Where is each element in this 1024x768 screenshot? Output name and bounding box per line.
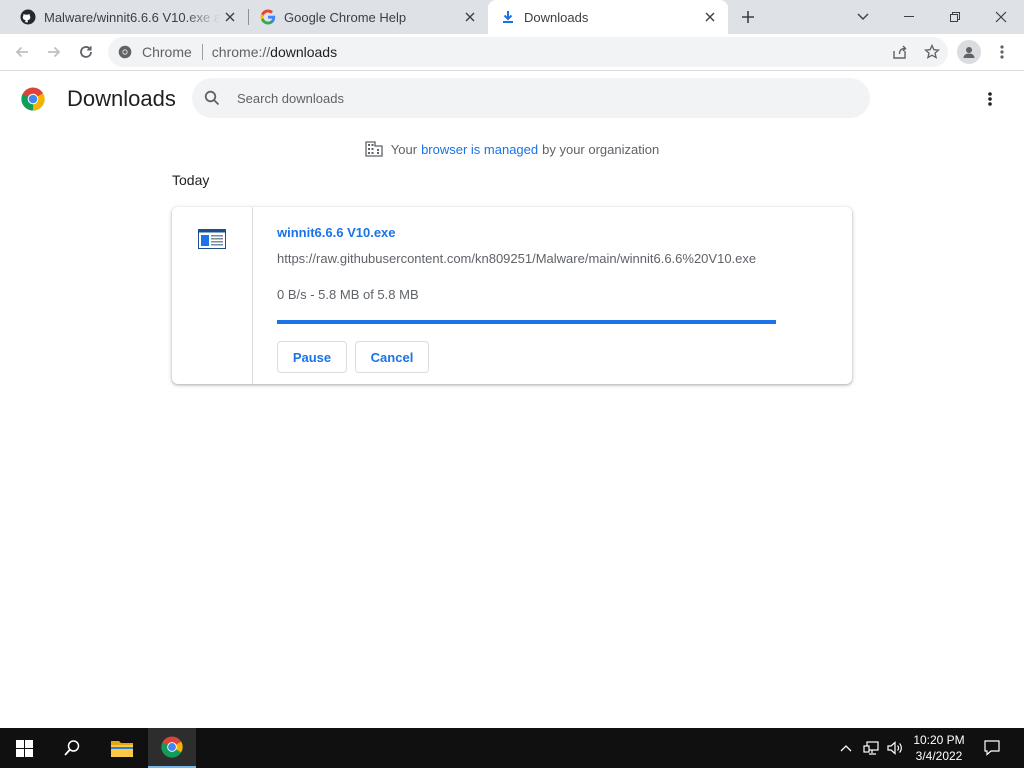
browser-toolbar: Chrome chrome://downloads — [0, 34, 1024, 71]
file-icon-column — [172, 207, 253, 384]
tab-chrome-help[interactable]: Google Chrome Help — [248, 0, 488, 34]
managed-suffix: by your organization — [542, 141, 660, 157]
volume-icon[interactable] — [884, 728, 906, 768]
profile-avatar[interactable] — [957, 40, 981, 64]
url-scheme: chrome:// — [211, 44, 271, 60]
start-button[interactable] — [0, 728, 48, 768]
tab-title: Downloads — [524, 9, 589, 25]
more-actions-button[interactable] — [978, 87, 1002, 111]
download-progress-fill — [277, 320, 776, 324]
windows-taskbar: 10:20 PM 3/4/2022 — [0, 728, 1024, 768]
tab-search-button[interactable] — [840, 0, 886, 34]
section-date-label: Today — [172, 172, 210, 188]
address-bar[interactable]: Chrome chrome://downloads — [108, 37, 948, 67]
search-downloads-input[interactable] — [237, 90, 837, 106]
tab-github[interactable]: Malware/winnit6.6.6 V10.exe at main — [8, 0, 248, 34]
minimize-button[interactable] — [886, 0, 932, 34]
taskbar-clock[interactable]: 10:20 PM 3/4/2022 — [904, 732, 974, 764]
omnibox-actions — [884, 37, 948, 67]
download-source-url[interactable]: https://raw.githubusercontent.com/kn8092… — [277, 251, 756, 266]
close-window-button[interactable] — [978, 0, 1024, 34]
close-icon[interactable] — [700, 7, 720, 27]
chrome-site-icon — [118, 44, 134, 60]
exe-file-icon — [198, 229, 226, 249]
search-downloads-bar[interactable] — [192, 78, 870, 118]
clock-time: 10:20 PM — [913, 733, 965, 747]
clock-date: 3/4/2022 — [915, 749, 963, 763]
reload-button[interactable] — [72, 38, 100, 66]
download-status: 0 B/s - 5.8 MB of 5.8 MB — [277, 287, 419, 302]
bookmark-star-icon[interactable] — [916, 37, 948, 67]
url-host: downloads — [270, 44, 338, 60]
back-button[interactable] — [8, 38, 36, 66]
pause-button[interactable]: Pause — [277, 341, 347, 373]
omnibox-chip: Chrome — [142, 44, 192, 60]
github-icon — [20, 9, 36, 25]
close-icon[interactable] — [220, 7, 240, 27]
restore-button[interactable] — [932, 0, 978, 34]
managed-prefix: Your — [390, 141, 418, 157]
network-icon[interactable] — [860, 728, 882, 768]
share-icon[interactable] — [884, 37, 916, 67]
download-progress-bar — [277, 320, 776, 324]
chrome-logo-icon — [21, 87, 45, 111]
managed-link[interactable]: browser is managed — [421, 142, 538, 157]
managed-notice: Your browser is managed by your organiza… — [0, 138, 1024, 160]
tab-title: Google Chrome Help — [284, 9, 407, 25]
cancel-button[interactable]: Cancel — [355, 341, 429, 373]
file-explorer-icon[interactable] — [98, 728, 146, 768]
tab-title: Malware/winnit6.6.6 V10.exe at main — [44, 9, 220, 25]
tab-strip: Malware/winnit6.6.6 V10.exe at main Goog… — [0, 0, 1024, 34]
building-icon — [365, 140, 383, 158]
new-tab-button[interactable] — [736, 5, 760, 29]
show-hidden-icons-chevron-icon[interactable] — [836, 728, 856, 768]
chrome-menu-button[interactable] — [988, 38, 1016, 66]
forward-button[interactable] — [40, 38, 68, 66]
notifications-icon[interactable] — [980, 728, 1004, 768]
download-icon — [500, 9, 516, 25]
download-file-name[interactable]: winnit6.6.6 V10.exe — [277, 225, 396, 240]
download-card: winnit6.6.6 V10.exe https://raw.githubus… — [172, 207, 852, 384]
tab-downloads[interactable]: Downloads — [488, 0, 728, 34]
google-icon — [260, 9, 276, 25]
page-title: Downloads — [67, 86, 176, 111]
close-icon[interactable] — [460, 7, 480, 27]
search-icon — [204, 89, 222, 107]
chrome-taskbar-icon[interactable] — [148, 728, 196, 768]
omnibox-divider — [201, 44, 203, 60]
downloads-header: Downloads — [0, 72, 1024, 126]
taskbar-search-icon[interactable] — [48, 728, 96, 768]
